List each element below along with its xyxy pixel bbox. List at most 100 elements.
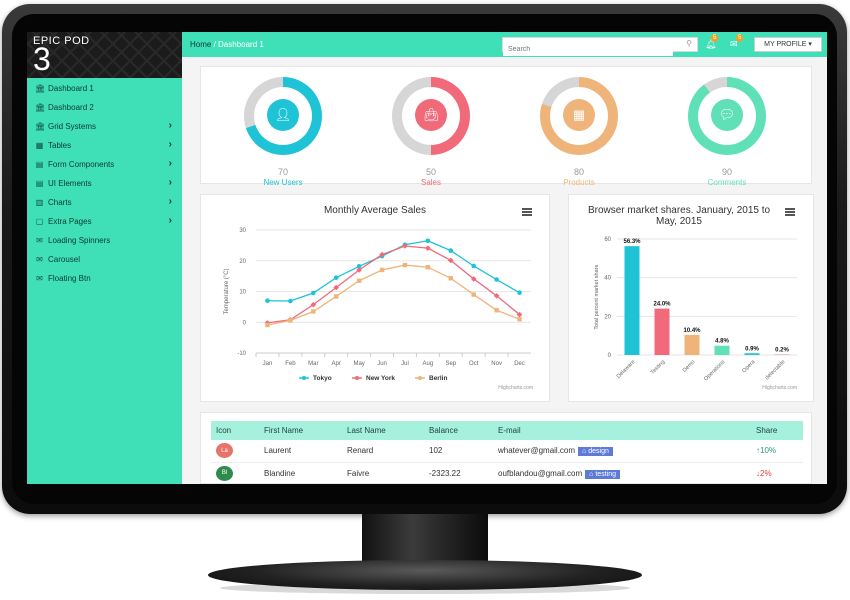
balance-cell: 102 xyxy=(424,440,493,463)
data-label: 4.8% xyxy=(715,339,729,345)
data-point xyxy=(402,262,408,268)
sidebar-item-label: Form Components xyxy=(48,160,115,169)
brand-logo[interactable]: EPIC POD 3 xyxy=(27,32,182,78)
sidebar-item-label: Dashboard 2 xyxy=(48,103,94,112)
search-input[interactable] xyxy=(503,43,673,56)
stat-comments[interactable]: 💬︎ 90 Comments xyxy=(667,77,787,187)
line-chart: -10 0 10 20 30 Jan Feb Mar Apr May Jun Jul Aug Sep Oct… xyxy=(224,228,531,382)
icon-cell: Bl xyxy=(211,462,259,483)
column-header-last-name[interactable]: Last Name xyxy=(342,421,424,440)
x-tick-label: Opera xyxy=(741,359,757,375)
sidebar-item-ui-elements[interactable]: ▤ UI Elements › xyxy=(27,174,182,193)
table-row[interactable]: Bl Blandine Faivre -2323.22 oufblandou@gmail… xyxy=(211,462,803,483)
bank-icon: 🏛︎ xyxy=(35,122,46,131)
stats-card: 👤︎ 70 New Users 👜︎ 50 Sales ▦ 80 Products 💬︎ 90 Com… xyxy=(200,66,812,187)
email-cell: whatever@gmail.com ⌂ design xyxy=(493,440,751,463)
x-tick-label: Sep xyxy=(445,361,456,367)
first-cell: Laurent xyxy=(259,440,342,463)
sidebar-item-label: Charts xyxy=(48,198,72,207)
stat-value: 80 xyxy=(573,167,584,177)
email-cell: oufblandou@gmail.com ⌂ testing xyxy=(493,462,751,483)
y-axis-label: Total percent market share xyxy=(594,264,600,329)
tag-badge[interactable]: ⌂ design xyxy=(578,447,613,457)
breadcrumb-home[interactable]: Home xyxy=(190,40,211,49)
stat-products[interactable]: ▦ 80 Products xyxy=(519,77,639,187)
y-tick-label: 10 xyxy=(239,290,246,296)
sidebar-item-charts[interactable]: ▥ Charts › xyxy=(27,193,182,212)
share-cell: ↓2% xyxy=(751,462,803,483)
form-icon: ▤ xyxy=(35,160,44,169)
stat-new-users[interactable]: 👤︎ 70 New Users xyxy=(223,77,343,187)
data-point xyxy=(356,278,362,283)
data-label: 0.2% xyxy=(775,348,789,354)
data-point xyxy=(448,276,453,281)
data-label: 0.9% xyxy=(745,346,759,352)
column-header-share[interactable]: Share xyxy=(751,421,803,440)
sidebar-item-carousel[interactable]: ✉︎ Carousel xyxy=(27,250,182,269)
chart-credits[interactable]: Highcharts.com xyxy=(498,385,533,391)
bar xyxy=(684,334,700,355)
data-point xyxy=(494,277,499,282)
breadcrumb: Home / Dashboard 1 xyxy=(190,40,264,49)
x-tick-label: Mar xyxy=(308,361,318,367)
tag-label: design xyxy=(588,448,609,456)
stat-label: Products xyxy=(563,178,595,187)
messages-badge: 5 xyxy=(736,34,744,42)
sidebar-item-label: Extra Pages xyxy=(48,217,92,226)
stat-value: 90 xyxy=(721,167,732,177)
tag-label: testing xyxy=(595,470,616,478)
sidebar-item-label: Grid Systems xyxy=(48,122,97,131)
sidebar-item-dashboard-2[interactable]: 🏛︎ Dashboard 2 xyxy=(27,98,182,117)
bank-icon: 🏛︎ xyxy=(35,84,46,93)
legend-marker xyxy=(418,376,422,380)
data-point xyxy=(494,308,499,313)
y-tick-label: 0 xyxy=(243,320,247,326)
x-tick-label: Aug xyxy=(423,361,434,367)
sidebar-item-floating-btn[interactable]: ✉︎ Floating Btn xyxy=(27,269,182,288)
data-point xyxy=(448,248,454,253)
x-tick-label: Operations xyxy=(703,359,726,382)
column-header-first-name[interactable]: First Name xyxy=(259,421,342,440)
x-tick-label: Jul xyxy=(401,361,409,367)
sidebar-item-label: Dashboard 1 xyxy=(48,84,94,93)
legend-label: Berlin xyxy=(429,375,447,382)
chevron-right-icon: › xyxy=(168,196,172,207)
email-text[interactable]: whatever@gmail.com xyxy=(498,446,575,455)
data-point xyxy=(471,292,476,297)
bar xyxy=(624,246,640,355)
sidebar-item-loading-spinners[interactable]: ✉︎ Loading Spinners xyxy=(27,231,182,250)
column-header-email[interactable]: E-mail xyxy=(493,421,751,440)
sidebar-item-extra-pages[interactable]: ▢ Extra Pages › xyxy=(27,212,182,231)
data-point xyxy=(517,290,522,296)
data-point xyxy=(288,318,293,323)
my-profile-button[interactable]: MY PROFILE ▾ xyxy=(754,37,822,52)
sidebar-item-form-components[interactable]: ▤ Form Components › xyxy=(27,155,182,174)
tag-badge[interactable]: ⌂ testing xyxy=(585,469,620,479)
sidebar-item-tables[interactable]: ▦ Tables › xyxy=(27,136,182,155)
series-line-new-york xyxy=(267,245,520,324)
column-header-balance[interactable]: Balance xyxy=(424,421,493,440)
sidebar-item-grid-systems[interactable]: 🏛︎ Grid Systems › xyxy=(27,117,182,136)
data-point xyxy=(379,267,385,273)
stat-value: 70 xyxy=(277,167,288,177)
chart-credits[interactable]: Highcharts.com xyxy=(762,385,797,391)
legend-marker xyxy=(302,376,306,380)
x-tick-label: Apr xyxy=(332,361,341,367)
sidebar-item-label: Floating Btn xyxy=(48,274,91,283)
messages-button[interactable]: ✉︎ 5 xyxy=(730,34,744,50)
email-text[interactable]: oufblandou@gmail.com xyxy=(498,469,582,478)
stat-sales[interactable]: 👜︎ 50 Sales xyxy=(371,77,491,187)
search-box: ⚲ xyxy=(502,37,698,56)
envelope-icon: ✉︎ xyxy=(36,274,43,283)
data-point xyxy=(425,245,431,251)
share-value: 10% xyxy=(760,446,777,456)
table-row[interactable]: La Laurent Renard 102 whatever@gmail.com ⌂ de… xyxy=(211,440,803,463)
column-header-icon[interactable]: Icon xyxy=(211,421,259,440)
table-header-row: Icon First Name Last Name Balance E-mail Shar… xyxy=(211,421,803,440)
monitor-base xyxy=(208,560,642,590)
main-content: 👤︎ 70 New Users 👜︎ 50 Sales ▦ 80 Products 💬︎ 90 Com… xyxy=(182,57,827,484)
search-icon[interactable]: ⚲ xyxy=(686,39,692,48)
sidebar-item-dashboard-1[interactable]: 🏛︎ Dashboard 1 xyxy=(27,79,182,98)
alerts-button[interactable]: 🔔︎ 5 xyxy=(705,34,719,50)
y-tick-label: 20 xyxy=(239,259,246,265)
